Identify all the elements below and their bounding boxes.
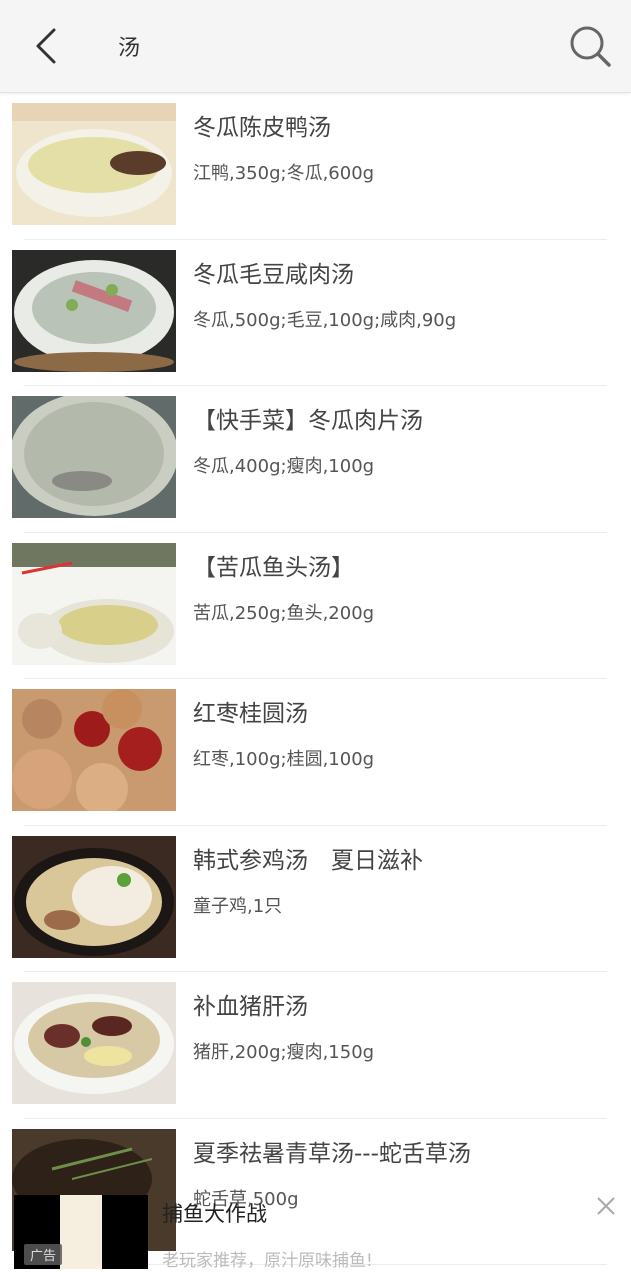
recipe-title: 红枣桂圆汤 — [193, 701, 308, 727]
ad-close-button[interactable] — [594, 1194, 618, 1218]
search-icon — [570, 26, 611, 67]
recipe-ingredients: 冬瓜,500g;毛豆,100g;咸肉,90g — [193, 309, 457, 331]
recipe-title: 冬瓜毛豆咸肉汤 — [193, 261, 354, 288]
recipe-item[interactable]: 韩式参鸡汤 夏日滋补 童子鸡,1只 — [0, 826, 631, 972]
recipe-title: 冬瓜陈皮鸭汤 — [193, 115, 331, 141]
recipe-ingredients: 江鸭,350g;冬瓜,600g — [193, 163, 375, 184]
close-icon — [597, 1197, 615, 1215]
ad-banner[interactable]: 广告 捕鱼大作战 老玩家推荐，原汁原味捕鱼! — [0, 1176, 631, 1280]
recipe-thumbnail — [12, 249, 176, 372]
recipe-item[interactable]: 冬瓜毛豆咸肉汤 冬瓜,500g;毛豆,100g;咸肉,90g — [0, 240, 631, 386]
recipe-title: 【快手菜】冬瓜肉片汤 — [193, 408, 423, 434]
recipe-thumbnail — [12, 542, 176, 665]
search-button[interactable] — [566, 22, 614, 70]
recipe-title: 【苦瓜鱼头汤】 — [193, 554, 354, 581]
recipe-item[interactable]: 红枣桂圆汤 红枣,100g;桂圆,100g — [0, 679, 631, 826]
recipe-item[interactable]: 冬瓜陈皮鸭汤 江鸭,350g;冬瓜,600g — [0, 93, 631, 240]
recipe-item[interactable]: 【快手菜】冬瓜肉片汤 冬瓜,400g;瘦肉,100g — [0, 386, 631, 533]
recipe-ingredients: 冬瓜,400g;瘦肉,100g — [193, 456, 375, 477]
recipe-thumbnail — [12, 396, 176, 518]
recipe-item[interactable]: 补血猪肝汤 猪肝,200g;瘦肉,150g — [0, 972, 631, 1119]
recipe-ingredients: 红枣,100g;桂圆,100g — [193, 749, 375, 770]
recipe-thumbnail — [12, 689, 176, 811]
recipe-thumbnail — [12, 835, 176, 958]
chevron-left-icon — [36, 28, 56, 64]
recipe-ingredients: 苦瓜,250g;鱼头,200g — [193, 602, 375, 624]
recipe-title: 夏季祛暑青草汤---蛇舌草汤 — [193, 1140, 471, 1167]
page-title: 汤 — [118, 36, 141, 61]
recipe-title: 补血猪肝汤 — [193, 994, 308, 1020]
ad-badge: 广告 — [24, 1244, 63, 1265]
recipe-thumbnail — [12, 982, 176, 1104]
recipe-item[interactable]: 【苦瓜鱼头汤】 苦瓜,250g;鱼头,200g — [0, 533, 631, 679]
recipe-list: 冬瓜陈皮鸭汤 江鸭,350g;冬瓜,600g 冬瓜毛豆咸肉汤 冬瓜,500g;毛… — [0, 93, 631, 1265]
recipe-ingredients: 猪肝,200g;瘦肉,150g — [193, 1042, 375, 1063]
recipe-title: 韩式参鸡汤 夏日滋补 — [193, 847, 423, 874]
ad-description: 老玩家推荐，原汁原味捕鱼! — [162, 1251, 373, 1271]
recipe-thumbnail — [12, 103, 176, 225]
top-bar: 汤 — [0, 0, 631, 93]
back-button[interactable] — [26, 22, 70, 70]
recipe-ingredients: 童子鸡,1只 — [193, 895, 283, 917]
ad-title: 捕鱼大作战 — [162, 1202, 267, 1226]
